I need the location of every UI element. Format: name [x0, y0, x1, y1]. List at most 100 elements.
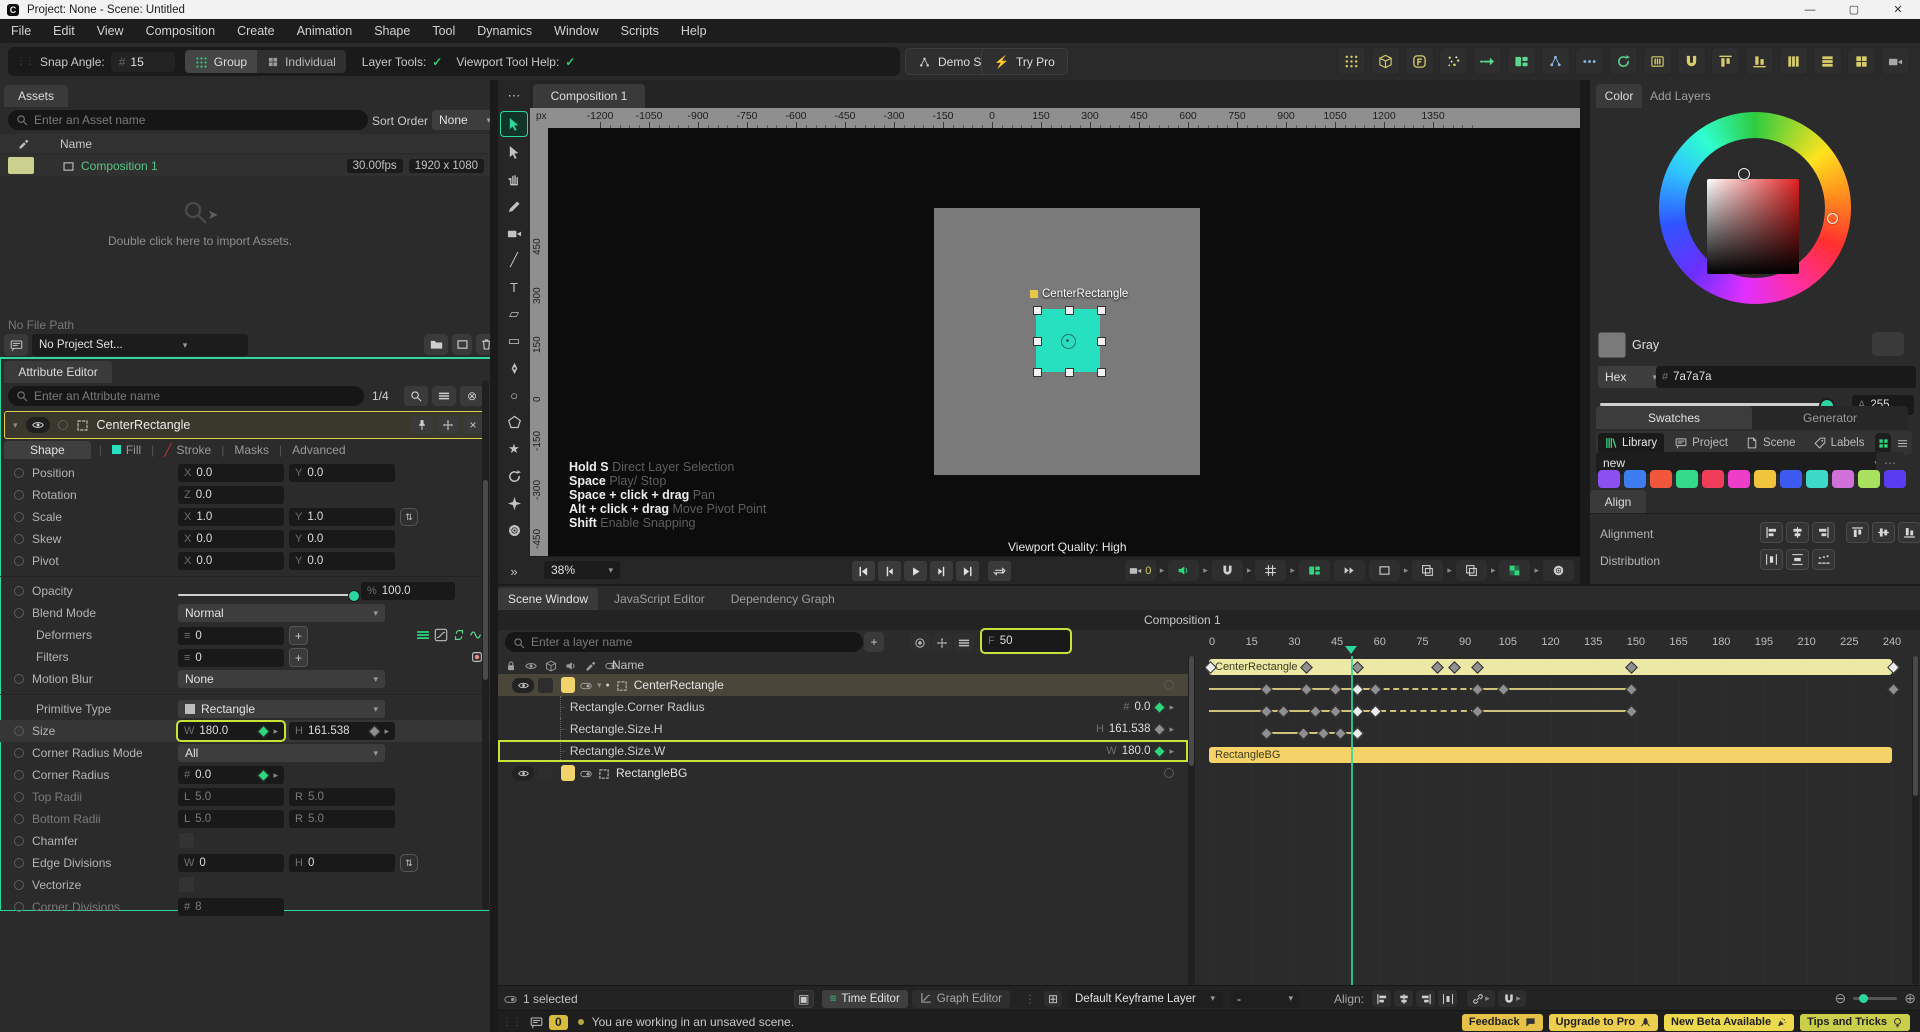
pick-attribute-button[interactable]: [404, 386, 428, 406]
attr-field-position-y[interactable]: Y 0.0: [289, 464, 395, 482]
keyframe-diamond[interactable]: [1308, 705, 1322, 718]
columns-button[interactable]: [1779, 47, 1808, 75]
attr-checkbox-chamfer[interactable]: [178, 832, 195, 849]
duplicate-button[interactable]: [1455, 560, 1487, 581]
attr-field-rotation-z[interactable]: Z 0.0: [178, 486, 284, 504]
more-dots-tool[interactable]: ⋯: [501, 84, 527, 108]
minimize-button[interactable]: —: [1788, 0, 1832, 19]
color-chip[interactable]: [1676, 470, 1698, 488]
column-box-button[interactable]: [1643, 47, 1672, 75]
source-library[interactable]: Library: [1598, 433, 1665, 453]
footer-link-button[interactable]: ▸: [1467, 990, 1496, 1007]
open-folder-button[interactable]: [424, 334, 448, 355]
attribute-layer-header[interactable]: ▾ CenterRectangle ×: [4, 411, 488, 439]
attr-field-bottom-radii-r[interactable]: R 5.0: [289, 810, 395, 828]
keyframe-diamond[interactable]: [1328, 705, 1342, 718]
attr-field-skew-y[interactable]: Y 0.0: [289, 530, 395, 548]
tab-swatches[interactable]: Swatches: [1596, 406, 1752, 429]
rows-button[interactable]: [1813, 47, 1842, 75]
menu-item-composition[interactable]: Composition: [135, 24, 226, 38]
tab-generator[interactable]: Generator: [1752, 406, 1908, 429]
attr-circle[interactable]: [14, 674, 24, 684]
bottom-tab-scene-window[interactable]: Scene Window: [498, 588, 599, 610]
keyframe-diamond[interactable]: [1886, 683, 1900, 696]
audio-button[interactable]: [1168, 560, 1200, 581]
layer-color-swatch[interactable]: [561, 765, 575, 781]
attr-circle[interactable]: [14, 836, 24, 846]
pivot-icon[interactable]: [1061, 334, 1076, 349]
layer-row-rectanglebg[interactable]: RectangleBG: [498, 762, 1188, 784]
list-view-button[interactable]: [1894, 433, 1910, 453]
keyframe-diamond[interactable]: [1351, 683, 1365, 696]
status-button-feedback[interactable]: Feedback: [1461, 1013, 1543, 1031]
console-icon[interactable]: [530, 1015, 543, 1029]
attr-tab-stroke[interactable]: ╱ Stroke: [162, 441, 213, 459]
asset-row[interactable]: Composition 1 30.00fps 1920 x 1080: [0, 155, 490, 176]
attr-count-deformers[interactable]: ≡ 0: [178, 626, 284, 645]
saturation-value-square[interactable]: [1707, 179, 1799, 274]
viewport-tool-help-check-icon[interactable]: ✓: [565, 55, 575, 69]
layer-tools-check-icon[interactable]: ✓: [432, 55, 442, 69]
tab-color[interactable]: Color: [1596, 84, 1642, 108]
expand-arrow-icon[interactable]: ▸: [1447, 565, 1452, 576]
link-toggle[interactable]: ⇅: [400, 508, 418, 526]
expand-arrow-icon[interactable]: ▸: [1160, 565, 1165, 576]
layer-stack-button[interactable]: [1412, 560, 1444, 581]
maximize-button[interactable]: ▢: [1832, 0, 1876, 19]
timeline-zoom-slider[interactable]: [1853, 994, 1898, 1003]
pen-tool[interactable]: [501, 356, 527, 380]
speaker-column-icon[interactable]: [565, 658, 581, 672]
menu-item-file[interactable]: File: [0, 24, 42, 38]
graph-editor-button[interactable]: Graph Editor: [911, 989, 1010, 1008]
keyframe-diamond[interactable]: [1297, 727, 1311, 740]
selection-handle[interactable]: [1097, 337, 1106, 346]
group-mode-button[interactable]: Group: [184, 50, 258, 73]
nudge-button[interactable]: [437, 416, 459, 434]
expand-tool[interactable]: »: [501, 559, 527, 583]
menu-item-animation[interactable]: Animation: [286, 24, 364, 38]
sv-indicator[interactable]: [1738, 168, 1750, 180]
grid-view-button[interactable]: [1875, 433, 1891, 453]
keyframe-diamond[interactable]: [1351, 705, 1365, 718]
align-center-h-button[interactable]: [1786, 522, 1809, 543]
zoom-out-icon[interactable]: ⊖: [1835, 990, 1847, 1007]
frame-bounds-button[interactable]: [1368, 560, 1400, 581]
align-top-button[interactable]: [1846, 522, 1869, 543]
attr-field-top-radii-r[interactable]: R 5.0: [289, 788, 395, 806]
asset-color-swatch[interactable]: [8, 157, 34, 174]
keyframe-f-button[interactable]: [1405, 47, 1434, 75]
footer-align-edges-button[interactable]: [1438, 990, 1458, 1007]
rotate-tool[interactable]: [501, 464, 527, 488]
align-top-stack-button[interactable]: [1745, 47, 1774, 75]
footer-align-right-button[interactable]: [1416, 990, 1436, 1007]
toggle-icon[interactable]: [580, 766, 592, 780]
color-chip[interactable]: [1780, 470, 1802, 488]
drag-grip-icon[interactable]: ⋮⋮: [16, 56, 35, 67]
pin-button[interactable]: [411, 416, 433, 434]
menu-item-dynamics[interactable]: Dynamics: [466, 24, 543, 38]
align-bottom-button[interactable]: [1898, 522, 1920, 543]
settings-tool[interactable]: [501, 518, 527, 542]
align-left-button[interactable]: [1760, 522, 1783, 543]
attr-tab-advanced[interactable]: Advanced: [290, 441, 347, 459]
text-tool[interactable]: T: [501, 275, 527, 299]
render-toggle[interactable]: [538, 677, 553, 693]
layout-button[interactable]: [1298, 560, 1330, 581]
distribute-h-button[interactable]: [1760, 549, 1783, 570]
tab-add-layers[interactable]: Add Layers: [1650, 89, 1711, 103]
align-right-button[interactable]: [1812, 522, 1835, 543]
hand-tool[interactable]: [501, 167, 527, 191]
line-tool[interactable]: ╱: [501, 248, 527, 272]
attr-field-pivot-x[interactable]: X 0.0: [178, 552, 284, 570]
attr-circle[interactable]: [14, 726, 24, 736]
direct-select-tool[interactable]: [501, 140, 527, 164]
curve-box-button[interactable]: [434, 627, 448, 642]
bottom-tab-dependency-graph[interactable]: Dependency Graph: [721, 588, 845, 610]
layer-row-centerrectangle[interactable]: ▾ ● CenterRectangle: [498, 674, 1188, 696]
color-mode-dropdown[interactable]: Hex ▾: [1598, 366, 1664, 388]
source-labels[interactable]: Labels: [1807, 433, 1872, 453]
project-list-button[interactable]: [4, 334, 28, 356]
panel-divider[interactable]: [490, 80, 498, 1032]
solo-row-button[interactable]: ▣: [793, 989, 814, 1008]
attr-field-scale-y[interactable]: Y 1.0: [289, 508, 395, 526]
